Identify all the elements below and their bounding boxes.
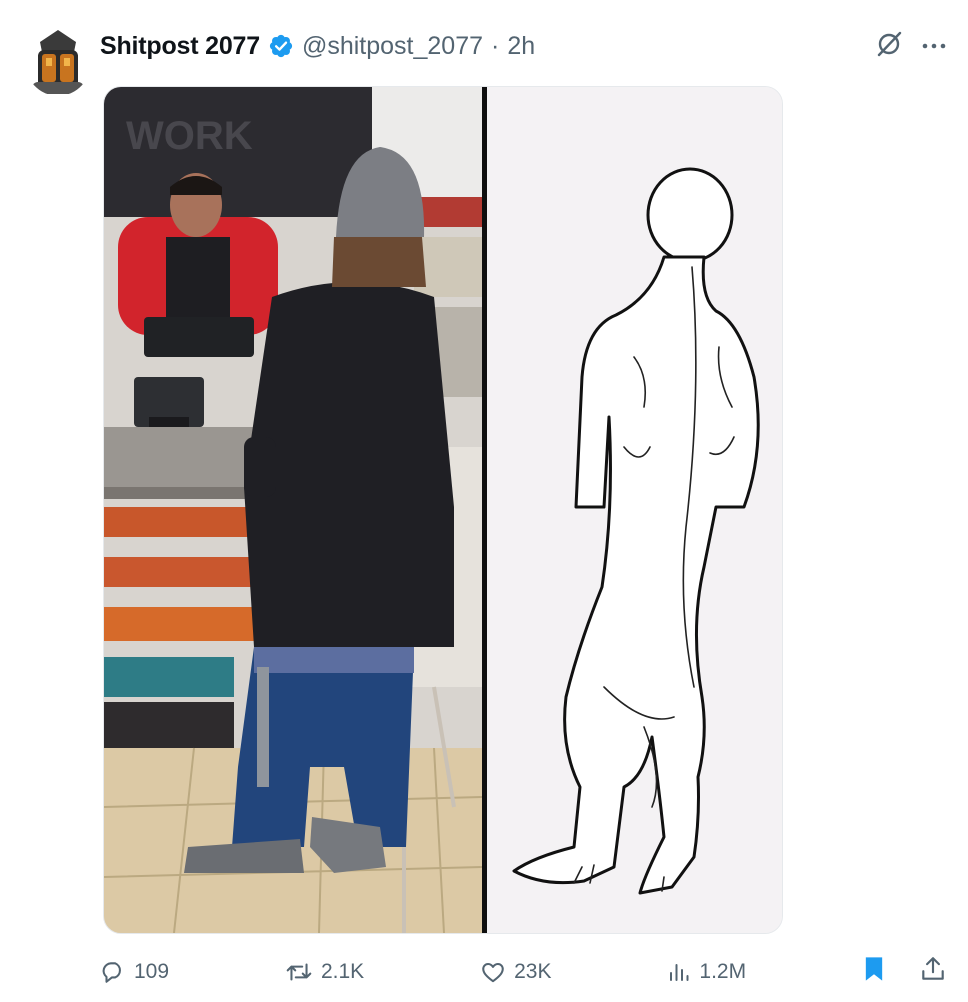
tweet-media[interactable]: WORK [103,86,783,934]
like-count: 23K [514,960,552,983]
display-name[interactable]: Shitpost 2077 [100,32,260,61]
retweet-count: 2.1K [320,960,365,983]
views-icon [667,960,691,984]
retweet-icon [285,959,313,985]
avatar[interactable] [24,22,92,96]
tweet-actions: 109 2.1K 23K 1.2M [100,952,946,992]
handle[interactable]: @shitpost_2077 [302,32,483,61]
separator: · [491,31,500,60]
more-options-icon[interactable] [922,37,946,55]
like-button[interactable]: 23K [480,959,551,985]
reply-button[interactable]: 109 [100,959,169,985]
photo-panel: WORK [104,87,483,933]
secondary-actions [862,955,946,989]
verified-badge-icon[interactable] [268,33,294,59]
views-count: 1.2M [699,960,747,983]
tweet-header: Shitpost 2077 @shitpost_2077 · 2h [100,28,535,64]
reply-icon [100,959,126,985]
share-icon[interactable] [920,955,946,989]
reply-count: 109 [134,960,170,983]
timestamp[interactable]: 2h [507,32,535,61]
bookmark-icon[interactable] [862,955,886,989]
retweet-button[interactable]: 2.1K [285,959,364,985]
media-divider [482,87,487,933]
top-actions [874,28,946,64]
avatar-image [24,22,92,96]
grok-icon[interactable] [874,29,904,64]
views-button[interactable]: 1.2M [667,960,746,984]
media-image: WORK [104,87,782,933]
svg-text:WORK: WORK [126,114,253,158]
drawing-panel [487,87,782,933]
like-icon [480,959,506,985]
